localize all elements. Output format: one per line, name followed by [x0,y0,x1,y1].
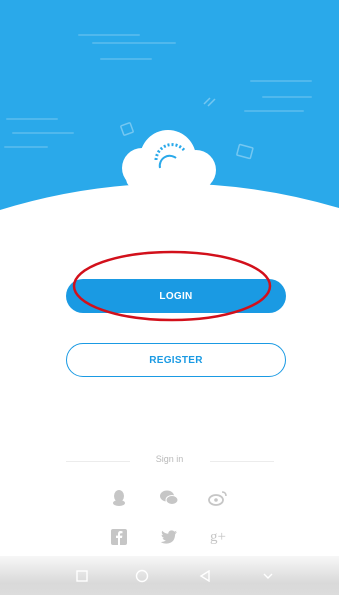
login-screen: LOGIN REGISTER Sign in g+ [0,0,339,595]
divider-right [210,461,274,462]
wechat-icon[interactable] [157,486,181,510]
google-plus-label: g+ [210,528,226,545]
recent-apps-icon[interactable] [52,556,112,595]
home-icon[interactable] [112,556,172,595]
back-icon[interactable] [175,556,235,595]
twitter-icon[interactable] [157,525,181,549]
header-banner [0,0,339,215]
signin-label: Sign in [155,454,184,464]
system-nav-bar [0,556,339,595]
register-label: REGISTER [149,354,203,366]
cloud-logo-icon [120,97,254,190]
login-button[interactable]: LOGIN [66,279,286,313]
weibo-icon[interactable] [206,486,230,510]
qq-icon[interactable] [107,486,131,510]
google-plus-icon[interactable]: g+ [206,525,230,549]
facebook-icon[interactable] [107,525,131,549]
menu-down-icon[interactable] [238,556,298,595]
register-button[interactable]: REGISTER [66,343,286,377]
login-label: LOGIN [159,290,193,302]
